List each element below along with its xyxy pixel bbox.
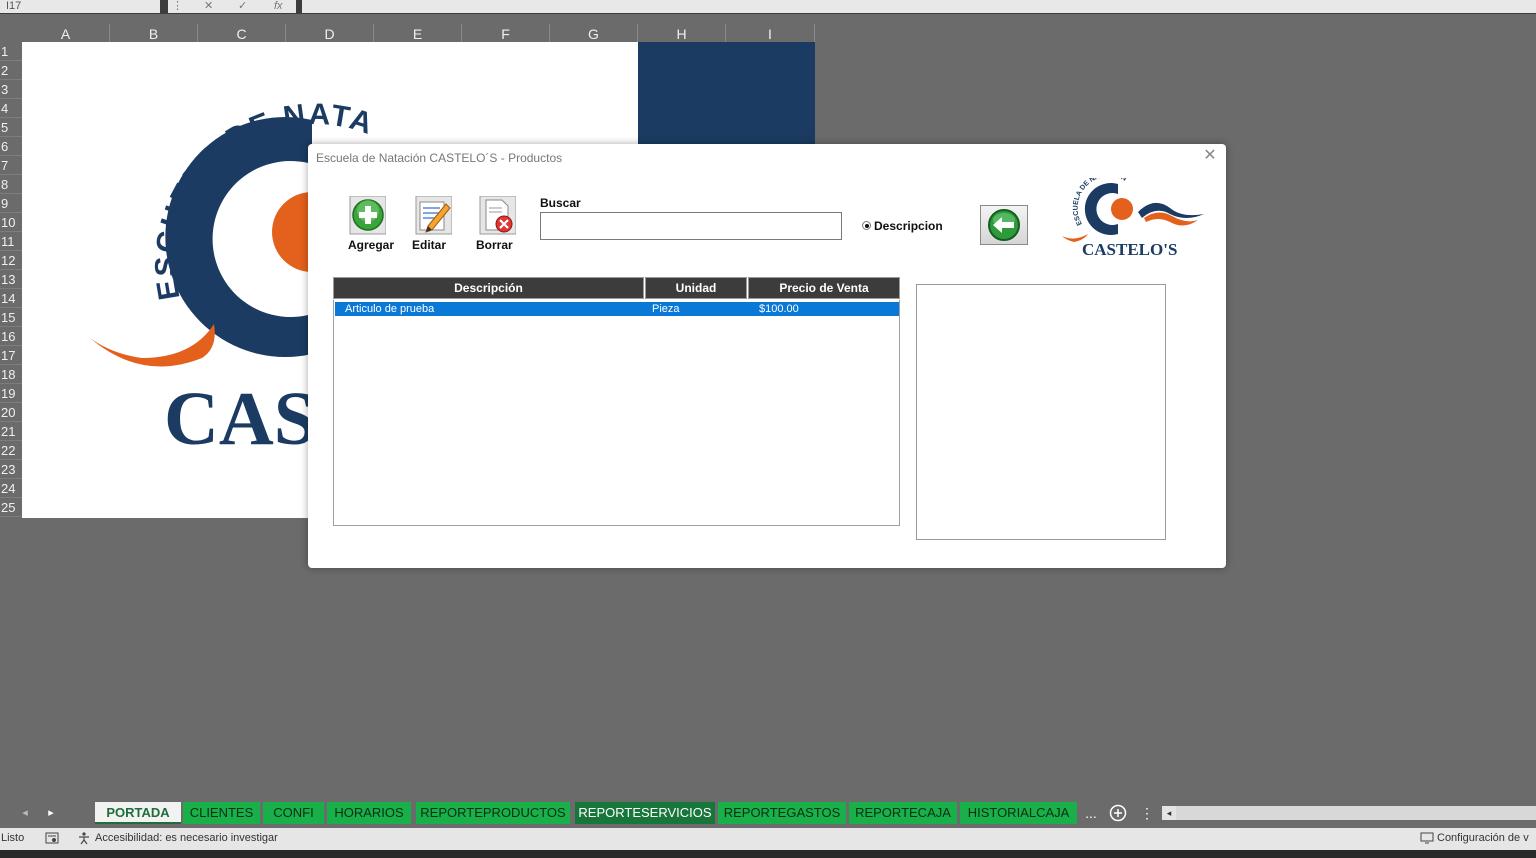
row-header[interactable]: 25 [0,498,22,517]
row-header[interactable]: 15 [0,308,22,327]
header-unit[interactable]: Unidad [645,277,747,299]
tab-reporteservicios[interactable]: REPORTESERVICIOS [575,802,715,824]
column-header[interactable]: H [638,24,726,42]
accessibility-icon[interactable] [77,831,91,845]
description-radio-label: Descripcion [874,218,943,233]
formula-input[interactable] [302,0,1536,13]
item-description: Articulo de prueba [345,303,435,315]
formula-bar: I17 ⋮ ✕ ✓ fx [0,0,1536,14]
accessibility-status[interactable]: Accesibilidad: es necesario investigar [95,832,278,844]
radio-dot-icon[interactable] [862,221,871,231]
delete-button[interactable]: Borrar [468,196,520,254]
horizontal-scrollbar[interactable] [1162,806,1536,820]
row-header[interactable]: 22 [0,441,22,460]
function-icon[interactable]: fx [274,0,283,12]
more-options-icon[interactable]: ⋮ [172,0,183,12]
header-price[interactable]: Precio de Venta [748,277,900,299]
row-header[interactable]: 23 [0,460,22,479]
edit-label: Editar [412,238,447,252]
tab-confi[interactable]: CONFI [263,802,324,824]
column-header[interactable]: G [550,24,638,42]
search-input[interactable] [540,212,842,240]
products-dialog: Escuela de Natación CASTELO´S - Producto… [308,144,1226,568]
formula-icons: ⋮ ✕ ✓ fx [168,0,296,13]
edit-button[interactable]: Editar [404,196,456,254]
row-header[interactable]: 21 [0,422,22,441]
row-header[interactable]: 3 [0,80,22,99]
row-header[interactable]: 16 [0,327,22,346]
row-header[interactable]: 1 [0,42,22,61]
back-button[interactable] [980,205,1028,245]
header-description[interactable]: Descripción [333,277,644,299]
list-header: Descripción Unidad Precio de Venta [333,277,900,299]
name-box[interactable]: I17 [0,0,160,13]
tab-portada[interactable]: PORTADA [95,802,181,824]
taskbar-strip [0,850,1536,858]
delete-icon [479,196,516,235]
column-header[interactable]: A [22,24,110,42]
tab-scroll-left-icon[interactable]: ◂ [18,800,32,826]
close-button[interactable]: ✕ [1202,148,1218,164]
edit-icon [415,196,452,235]
tab-reporteproductos[interactable]: REPORTEPRODUCTOS [416,802,570,824]
display-settings[interactable]: Configuración de v [1437,832,1529,844]
row-header[interactable]: 20 [0,403,22,422]
item-price: $100.00 [759,303,799,315]
row-header[interactable]: 12 [0,251,22,270]
tab-reportegastos[interactable]: REPORTEGASTOS [718,802,846,824]
add-sheet-icon[interactable] [1108,803,1128,823]
tab-clientes[interactable]: CLIENTES [183,802,260,824]
row-headers: 1 2 3 4 5 6 7 8 9 10 11 12 13 14 15 16 17 18 19 20 21 22 23 24 2… [0,42,22,518]
product-image-frame [916,284,1166,540]
school-logo-small: ESCUELA DE NATACIÓN CASTELO'S [1058,170,1208,260]
row-header[interactable]: 11 [0,232,22,251]
list-item[interactable]: Articulo de prueba Pieza $100.00 [335,302,899,316]
row-header[interactable]: 5 [0,118,22,137]
row-header[interactable]: 10 [0,213,22,232]
delete-label: Borrar [476,238,513,252]
back-arrow-icon [988,209,1020,241]
row-header[interactable]: 24 [0,479,22,498]
add-icon [349,196,386,235]
row-header[interactable]: 6 [0,137,22,156]
more-tabs-button[interactable]: ... [1082,800,1100,826]
description-radio[interactable]: Descripcion [862,217,943,235]
row-header[interactable]: 18 [0,365,22,384]
column-header[interactable]: B [110,24,198,42]
dialog-title: Escuela de Natación CASTELO´S - Producto… [316,151,563,165]
row-header[interactable]: 8 [0,175,22,194]
cancel-icon[interactable]: ✕ [204,0,213,12]
products-list[interactable]: Articulo de prueba Pieza $100.00 [333,300,900,526]
confirm-icon[interactable]: ✓ [238,0,247,12]
row-header[interactable]: 4 [0,99,22,118]
display-settings-icon[interactable] [1420,831,1434,845]
search-label: Buscar [540,196,581,210]
status-ready: Listo [1,832,25,844]
row-header[interactable]: 9 [0,194,22,213]
row-header[interactable]: 7 [0,156,22,175]
small-logo-brand-text: CASTELO'S [1082,240,1177,259]
column-header[interactable]: I [726,24,815,42]
tab-reportecaja[interactable]: REPORTECAJA [849,802,957,824]
tab-historialcaja[interactable]: HISTORIALCAJA [960,802,1077,824]
scroll-left-arrow-icon[interactable]: ◂ [1162,806,1176,820]
row-header[interactable]: 2 [0,61,22,80]
column-header[interactable]: C [198,24,286,42]
item-unit: Pieza [652,303,680,315]
add-label: Agregar [348,238,395,252]
column-header[interactable]: E [374,24,462,42]
tab-options-icon[interactable]: ⋮ [1140,800,1154,826]
tab-horarios[interactable]: HORARIOS [327,802,411,824]
tab-scroll-right-icon[interactable]: ▸ [44,800,58,826]
add-button[interactable]: Agregar [338,196,394,254]
row-header[interactable]: 19 [0,384,22,403]
row-header[interactable]: 13 [0,270,22,289]
status-bar: Listo Accesibilidad: es necesario invest… [0,828,1536,850]
column-header[interactable]: D [286,24,374,42]
row-header[interactable]: 14 [0,289,22,308]
column-header[interactable]: F [462,24,550,42]
row-header[interactable]: 17 [0,346,22,365]
macro-record-icon[interactable] [45,831,59,845]
column-headers: ABCDEFGHI [0,24,815,42]
